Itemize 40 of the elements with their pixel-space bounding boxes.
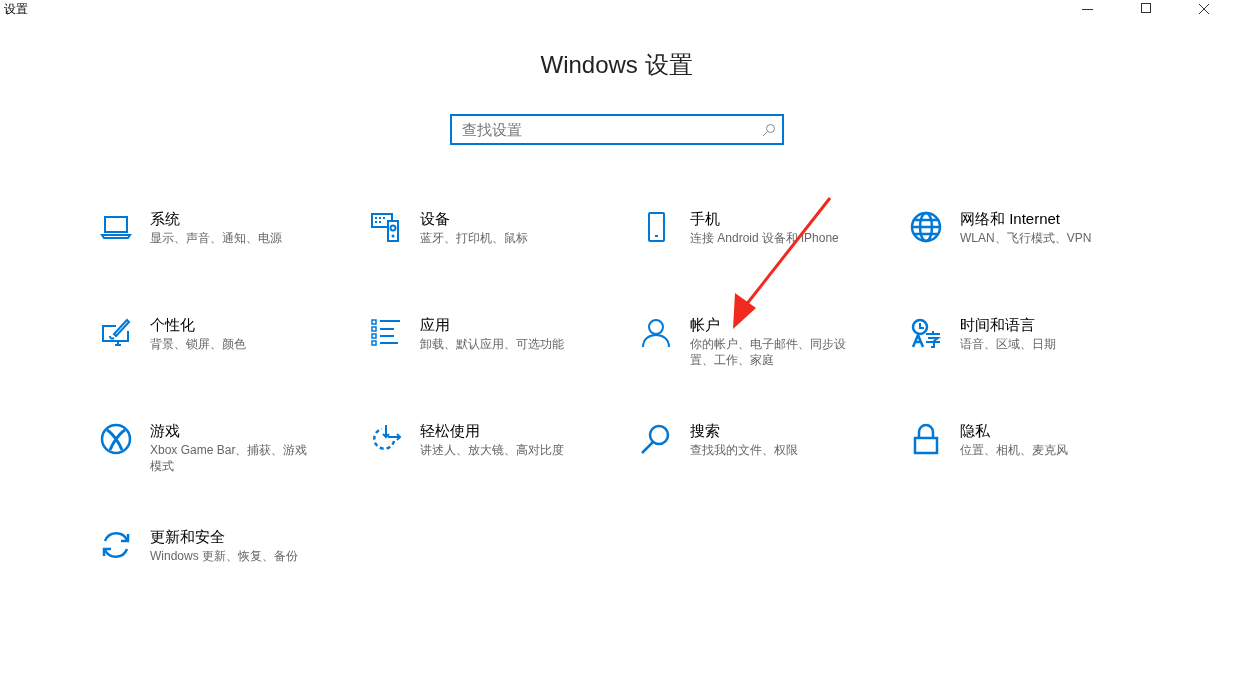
settings-category-link[interactable]: 手机 <box>690 209 720 229</box>
category-description: 查找我的文件、权限 <box>690 442 799 458</box>
window-title: 设置 <box>4 1 29 18</box>
category-description: 位置、相机、麦克风 <box>960 442 1069 458</box>
settings-category-link[interactable]: 搜索 <box>690 421 720 441</box>
settings-category-link[interactable]: 更新和安全 <box>150 527 225 547</box>
category-description: 讲述人、放大镜、高对比度 <box>420 442 565 458</box>
list-icon <box>370 317 402 349</box>
category-description: 显示、声音、通知、电源 <box>150 230 283 246</box>
settings-category-link[interactable]: 个性化 <box>150 315 195 335</box>
settings-category-link[interactable]: 系统 <box>150 209 180 229</box>
monitor-brush-icon <box>100 317 132 349</box>
close-icon <box>1198 3 1210 15</box>
keyboard-speaker-icon <box>370 211 402 243</box>
category-description: Windows 更新、恢复、备份 <box>150 548 299 564</box>
maximize-icon <box>1140 3 1152 15</box>
globe-icon <box>910 211 942 243</box>
settings-category-link[interactable]: 设备 <box>420 209 450 229</box>
settings-category-link[interactable]: 帐户 <box>690 315 720 335</box>
category-description: Xbox Game Bar、捕获、游戏模式 <box>150 442 309 474</box>
person-icon <box>640 317 672 349</box>
settings-category-link[interactable]: 轻松使用 <box>420 421 480 441</box>
settings-category-link[interactable]: 游戏 <box>150 421 180 441</box>
category-description: 语音、区域、日期 <box>960 336 1057 352</box>
sync-arrows-icon <box>100 529 132 561</box>
category-description: 背景、锁屏、颜色 <box>150 336 247 352</box>
category-description: 卸载、默认应用、可选功能 <box>420 336 565 352</box>
page-heading: Windows 设置 <box>539 50 694 80</box>
category-description: 你的帐户、电子邮件、同步设置、工作、家庭 <box>690 336 847 368</box>
search-icon <box>640 423 672 455</box>
category-description: 蓝牙、打印机、鼠标 <box>420 230 529 246</box>
xbox-icon <box>100 423 132 455</box>
clock-letter-icon <box>910 317 942 349</box>
settings-category-link[interactable]: 时间和语言 <box>960 315 1035 335</box>
search-field[interactable]: 查找设置 <box>449 114 784 145</box>
search-icon <box>761 123 776 137</box>
category-description: WLAN、飞行模式、VPN <box>960 230 1093 246</box>
settings-category-link[interactable]: 网络和 Internet <box>960 209 1061 229</box>
settings-category-link[interactable]: 隐私 <box>960 421 990 441</box>
settings-category-link[interactable]: 应用 <box>420 315 450 335</box>
